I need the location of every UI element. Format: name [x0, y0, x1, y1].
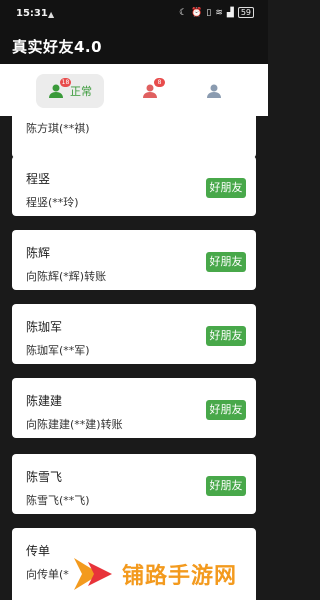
- signal-icon: ▟: [226, 7, 234, 18]
- contact-card[interactable]: 程竖 程竖(**玲) 好朋友: [12, 156, 256, 216]
- contact-card[interactable]: 陈方琪(**祺): [12, 116, 256, 158]
- contact-detail: 向传单(*: [26, 568, 69, 581]
- contact-card[interactable]: 陈珈军 陈珈军(**军) 好朋友: [12, 304, 256, 364]
- app-title: 真实好友4.0: [12, 38, 103, 56]
- watermark: 铺路手游网: [70, 548, 268, 600]
- contact-detail: 向陈建建(**建)转账: [26, 418, 123, 431]
- contact-detail: 程竖(**玲): [26, 196, 79, 209]
- tab-badge: 8: [154, 78, 165, 87]
- tab-unknown[interactable]: [196, 74, 232, 108]
- alarm-icon: ⏰: [191, 7, 203, 18]
- contact-name: 陈珈军: [26, 320, 63, 334]
- status-bar: 15:31 ▲ ☾ ⏰ ▯ ≋ ▟ 59: [0, 0, 268, 26]
- notification-icon: ▲: [48, 10, 55, 19]
- contact-detail: 陈珈军(**军): [26, 344, 90, 357]
- good-friend-button[interactable]: 好朋友: [206, 326, 246, 346]
- watermark-logo-icon: [74, 558, 112, 590]
- good-friend-button[interactable]: 好朋友: [206, 476, 246, 496]
- contact-name: 程竖: [26, 172, 51, 186]
- contact-card[interactable]: 陈辉 向陈辉(*辉)转账 好朋友: [12, 230, 256, 290]
- contact-name: 陈建建: [26, 394, 63, 408]
- wifi-icon: ≋: [215, 7, 223, 18]
- watermark-text: 铺路手游网: [122, 564, 238, 589]
- contact-detail: 陈方琪(**祺): [26, 122, 90, 135]
- app-bar: 真实好友4.0: [0, 26, 268, 64]
- vibrate-icon: ▯: [206, 7, 212, 18]
- contact-card[interactable]: 陈建建 向陈建建(**建)转账 好朋友: [12, 378, 256, 438]
- good-friend-button[interactable]: 好朋友: [206, 400, 246, 420]
- tab-label: 正常: [70, 85, 92, 98]
- tab-abnormal[interactable]: 8: [132, 74, 168, 108]
- contact-name: 传单: [26, 544, 51, 558]
- contact-detail: 陈雪飞(**飞): [26, 494, 90, 507]
- tab-badge: 18: [60, 78, 71, 87]
- contact-name: 陈辉: [26, 246, 51, 260]
- status-time: 15:31: [16, 8, 48, 19]
- person-icon: 8: [142, 78, 165, 99]
- contact-list[interactable]: 陈方琪(**祺) 程竖 程竖(**玲) 好朋友 陈辉 向陈辉(*辉)转账 好朋友…: [0, 116, 268, 600]
- good-friend-button[interactable]: 好朋友: [206, 178, 246, 198]
- contact-card[interactable]: 陈雪飞 陈雪飞(**飞) 好朋友: [12, 454, 256, 514]
- tab-normal[interactable]: 18 正常: [36, 74, 104, 108]
- person-icon: 18: [48, 78, 71, 99]
- person-icon: [206, 83, 222, 99]
- good-friend-button[interactable]: 好朋友: [206, 252, 246, 272]
- tab-bar: 18 正常 8: [0, 64, 268, 116]
- battery-indicator: 59: [237, 7, 254, 18]
- moon-icon: ☾: [179, 7, 188, 18]
- contact-name: 陈雪飞: [26, 470, 63, 484]
- contact-detail: 向陈辉(*辉)转账: [26, 270, 107, 283]
- status-icons: ☾ ⏰ ▯ ≋ ▟ 59: [179, 7, 254, 18]
